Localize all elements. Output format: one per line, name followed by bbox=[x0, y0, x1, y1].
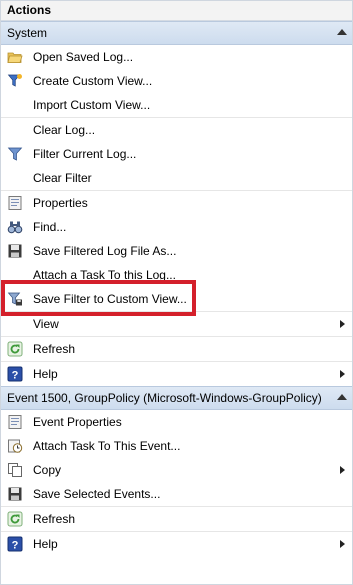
action-attach-task-to-event[interactable]: Attach Task To This Event... bbox=[1, 434, 352, 458]
action-save-filtered-log[interactable]: Save Filtered Log File As... bbox=[1, 239, 352, 263]
floppy-disk-icon bbox=[7, 486, 23, 502]
properties-icon bbox=[7, 414, 23, 430]
svg-text:?: ? bbox=[12, 540, 19, 552]
action-help-event-submenu[interactable]: ? Help bbox=[1, 531, 352, 556]
submenu-arrow-icon bbox=[340, 540, 345, 548]
action-label: Refresh bbox=[33, 342, 76, 356]
svg-text:?: ? bbox=[12, 370, 19, 382]
action-create-custom-view[interactable]: Create Custom View... bbox=[1, 69, 352, 93]
action-label: Properties bbox=[33, 196, 88, 210]
collapse-arrow-icon[interactable] bbox=[337, 394, 347, 400]
action-clear-filter[interactable]: Clear Filter bbox=[1, 166, 352, 190]
action-clear-log[interactable]: Clear Log... bbox=[1, 117, 352, 142]
submenu-arrow-icon bbox=[340, 466, 345, 474]
section-header-system[interactable]: System bbox=[1, 21, 352, 45]
action-label: Attach Task To This Event... bbox=[33, 439, 181, 453]
submenu-arrow-icon bbox=[340, 370, 345, 378]
action-label: Help bbox=[33, 367, 58, 381]
action-label: Find... bbox=[33, 220, 67, 234]
action-refresh-event[interactable]: Refresh bbox=[1, 506, 352, 531]
submenu-arrow-icon bbox=[340, 320, 345, 328]
action-label: Clear Filter bbox=[33, 171, 92, 185]
action-event-properties[interactable]: Event Properties bbox=[1, 410, 352, 434]
properties-icon bbox=[7, 195, 23, 211]
action-label: Import Custom View... bbox=[33, 98, 151, 112]
funnel-icon bbox=[7, 146, 23, 162]
refresh-icon bbox=[7, 341, 23, 357]
action-label: Create Custom View... bbox=[33, 74, 153, 88]
action-properties[interactable]: Properties bbox=[1, 190, 352, 215]
folder-open-icon bbox=[7, 49, 23, 65]
action-label: Refresh bbox=[33, 512, 76, 526]
section-header-event[interactable]: Event 1500, GroupPolicy (Microsoft-Windo… bbox=[1, 386, 352, 410]
refresh-icon bbox=[7, 511, 23, 527]
action-label: Open Saved Log... bbox=[33, 50, 134, 64]
highlight-box bbox=[1, 280, 196, 316]
floppy-disk-icon bbox=[7, 243, 23, 259]
actions-title: Actions bbox=[1, 1, 352, 21]
action-find[interactable]: Find... bbox=[1, 215, 352, 239]
action-label: Clear Log... bbox=[33, 123, 96, 137]
funnel-star-icon bbox=[7, 73, 23, 89]
task-clock-icon bbox=[7, 438, 23, 454]
binoculars-icon bbox=[7, 219, 23, 235]
help-icon: ? bbox=[7, 536, 23, 552]
action-label: Save Selected Events... bbox=[33, 487, 161, 501]
section-title-event: Event 1500, GroupPolicy (Microsoft-Windo… bbox=[7, 391, 322, 405]
action-filter-current-log[interactable]: Filter Current Log... bbox=[1, 142, 352, 166]
action-help-submenu[interactable]: ? Help bbox=[1, 361, 352, 386]
action-import-custom-view[interactable]: Import Custom View... bbox=[1, 93, 352, 117]
action-label: Save Filtered Log File As... bbox=[33, 244, 177, 258]
action-label: Filter Current Log... bbox=[33, 147, 137, 161]
action-label: Event Properties bbox=[33, 415, 122, 429]
action-open-saved-log[interactable]: Open Saved Log... bbox=[1, 45, 352, 69]
help-icon: ? bbox=[7, 366, 23, 382]
collapse-arrow-icon[interactable] bbox=[337, 29, 347, 35]
action-label: Copy bbox=[33, 463, 62, 477]
action-save-selected-events[interactable]: Save Selected Events... bbox=[1, 482, 352, 506]
copy-icon bbox=[7, 462, 23, 478]
action-label: Help bbox=[33, 537, 58, 551]
section-title-system: System bbox=[7, 26, 48, 40]
action-copy-submenu[interactable]: Copy bbox=[1, 458, 352, 482]
action-refresh[interactable]: Refresh bbox=[1, 336, 352, 361]
